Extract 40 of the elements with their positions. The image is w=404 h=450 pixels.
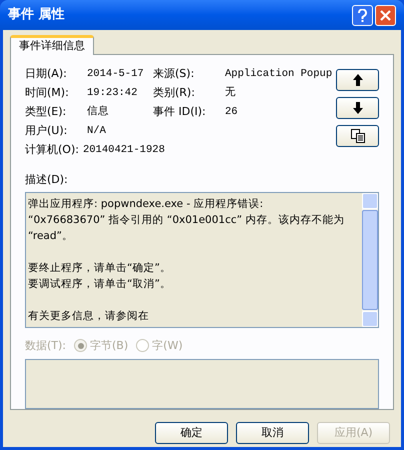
help-button[interactable] bbox=[352, 4, 373, 26]
field-label: 类别(R): bbox=[153, 85, 196, 101]
field-label: 时间(M): bbox=[25, 85, 70, 101]
close-button[interactable] bbox=[375, 4, 396, 26]
tab[interactable]: 事件详细信息 bbox=[10, 35, 94, 55]
dialog-button[interactable]: 确定 bbox=[155, 422, 228, 444]
description-line: 要终止程序，请单击“确定”。 bbox=[28, 260, 172, 276]
down-arrow-icon bbox=[352, 102, 362, 114]
field-value: 2014-5-17 bbox=[87, 67, 145, 82]
field-value: 信息 bbox=[87, 104, 110, 120]
field-label: 计算机(O): bbox=[25, 142, 79, 158]
copy-icon bbox=[350, 129, 364, 143]
window-title: 事件 属性 bbox=[8, 6, 66, 24]
field-value: 26 bbox=[225, 105, 239, 120]
field-label: 来源(S): bbox=[153, 66, 196, 82]
description-line: “0x76683670” 指令引用的 “0x01e001cc” 内存。该内存不能为 bbox=[28, 212, 346, 228]
field-label: 用户(U): bbox=[25, 123, 68, 139]
help-icon bbox=[358, 8, 367, 22]
up-arrow-icon bbox=[352, 74, 362, 86]
radio-label: 字(W) bbox=[152, 338, 183, 354]
field-value: 20140421-1928 bbox=[82, 143, 165, 158]
field-value: N/A bbox=[87, 124, 107, 139]
radio-label: 字节(B) bbox=[90, 338, 128, 354]
description-line: 要调试程序，请单击“取消”。 bbox=[28, 276, 172, 292]
field-value: 无 bbox=[225, 86, 237, 101]
copy-button[interactable] bbox=[336, 125, 379, 147]
description-line: “read”。 bbox=[28, 228, 74, 244]
field-label: 日期(A): bbox=[25, 66, 68, 82]
dialog-button[interactable]: 取消 bbox=[236, 422, 309, 444]
close-icon bbox=[380, 10, 391, 20]
field-label: 事件 ID(I): bbox=[153, 104, 207, 120]
description-label: 描述(D): bbox=[25, 172, 69, 188]
field-label: 类型(E): bbox=[25, 104, 68, 120]
field-value: Application Popup bbox=[225, 67, 334, 82]
field-value: 19:23:42 bbox=[87, 86, 138, 101]
description-line: 弹出应用程序: popwndexe.exe - 应用程序错误: bbox=[28, 196, 264, 212]
description-line: 有关更多信息，请参阅在 bbox=[28, 308, 150, 324]
up-button[interactable] bbox=[336, 69, 379, 91]
data-label: 数据(T): bbox=[25, 338, 66, 354]
down-button[interactable] bbox=[336, 97, 379, 119]
